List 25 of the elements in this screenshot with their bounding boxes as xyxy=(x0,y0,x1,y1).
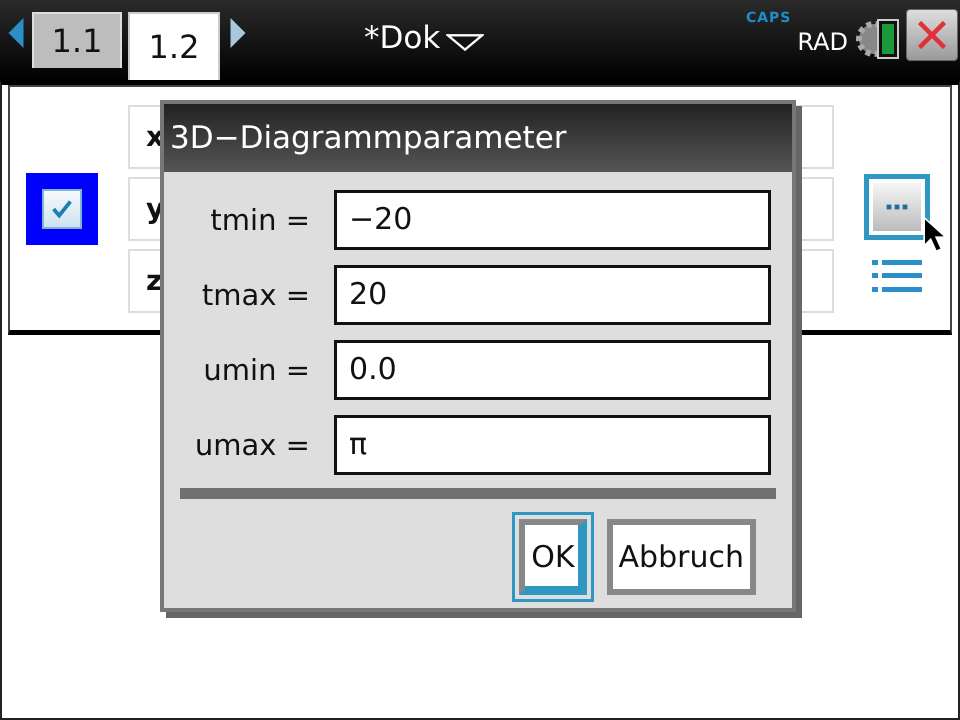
field-label: umax = xyxy=(194,428,310,462)
ellipsis-icon xyxy=(873,182,921,230)
field-label: umin = xyxy=(202,352,310,386)
more-button[interactable] xyxy=(864,174,930,240)
left-arrow-icon[interactable] xyxy=(8,18,24,48)
dialog-button[interactable]: Abbruch xyxy=(606,519,756,595)
right-arrow-icon[interactable] xyxy=(230,18,246,48)
close-icon xyxy=(915,18,949,52)
list-icon[interactable] xyxy=(872,258,922,294)
page-tab[interactable]: 1.1 xyxy=(32,12,122,68)
input-field[interactable]: 20 xyxy=(334,264,771,324)
close-button[interactable] xyxy=(906,9,958,61)
dialog-title: 3D−Diagrammparameter xyxy=(164,104,792,172)
input-field[interactable]: 0.0 xyxy=(334,340,771,400)
dropdown-icon[interactable] xyxy=(446,32,484,52)
caps-indicator: CAPS xyxy=(746,10,792,26)
field-label: tmin = xyxy=(209,202,310,236)
document-title[interactable]: *Dok xyxy=(364,20,440,56)
field-label: tmax = xyxy=(200,278,310,312)
angle-mode: RAD xyxy=(797,28,848,56)
battery-icon xyxy=(854,16,900,62)
page-tab[interactable]: 1.2 xyxy=(128,12,220,80)
input-field[interactable]: π xyxy=(334,414,771,474)
input-field[interactable]: −20 xyxy=(334,190,771,250)
checkbox[interactable] xyxy=(26,172,98,244)
